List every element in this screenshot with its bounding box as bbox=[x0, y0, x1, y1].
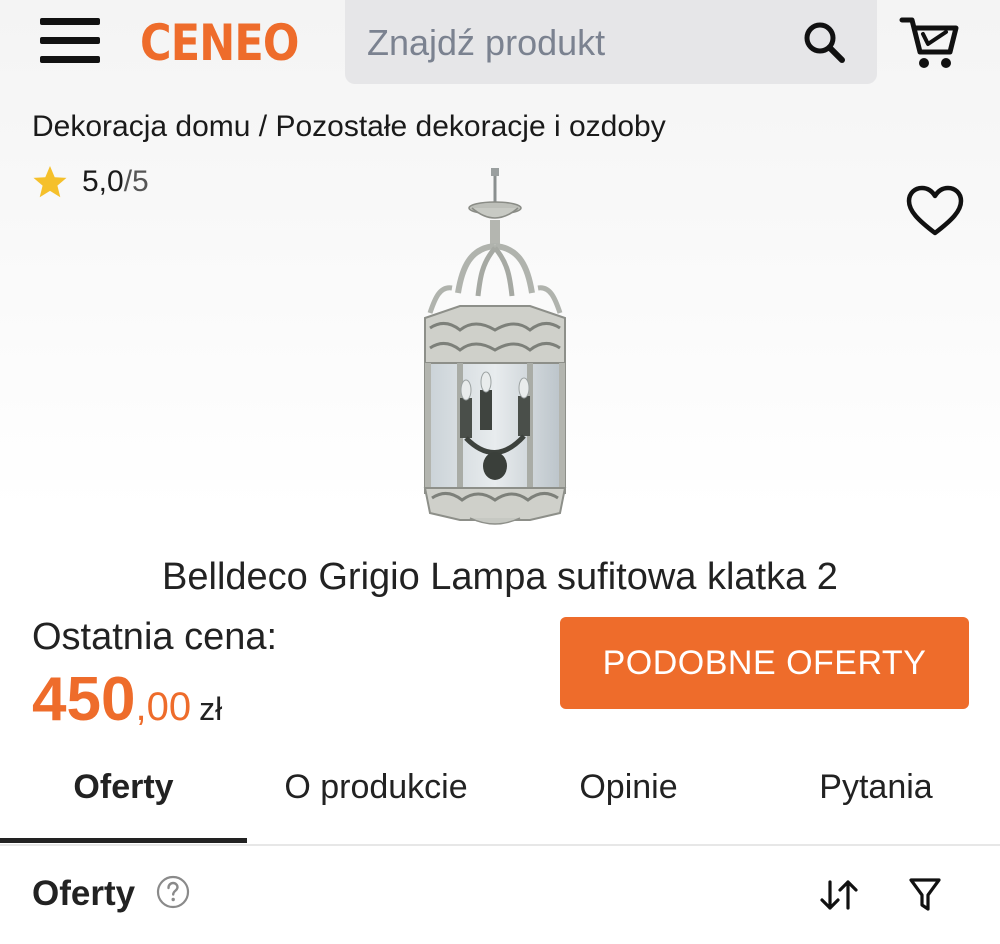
price-label: Ostatnia cena: bbox=[32, 616, 278, 658]
active-tab-indicator bbox=[0, 838, 247, 843]
price-currency: zł bbox=[199, 691, 223, 727]
price-cents: ,00 bbox=[135, 685, 192, 729]
tab-reviews[interactable]: Opinie bbox=[505, 730, 752, 844]
product-tabs: Oferty O produkcie Opinie Pytania bbox=[0, 730, 1000, 846]
tab-about-product[interactable]: O produkcie bbox=[247, 730, 505, 844]
product-rating[interactable]: 5,0/5 bbox=[32, 164, 149, 200]
similar-offers-button[interactable]: PODOBNE OFERTY bbox=[560, 617, 969, 709]
filter-icon[interactable] bbox=[908, 876, 942, 914]
product-title: Belldeco Grigio Lampa sufitowa klatka 2 bbox=[162, 556, 838, 598]
product-price: 450,00 zł bbox=[32, 664, 222, 735]
search-input[interactable]: Znajdź produkt bbox=[345, 0, 877, 84]
star-icon bbox=[33, 166, 67, 198]
heart-icon[interactable] bbox=[904, 184, 966, 238]
breadcrumb-subcategory[interactable]: Pozostałe dekoracje i ozdoby bbox=[275, 110, 665, 143]
tab-offers[interactable]: Oferty bbox=[0, 730, 247, 844]
hamburger-icon[interactable] bbox=[40, 18, 100, 64]
question-icon[interactable] bbox=[156, 875, 190, 909]
product-image[interactable] bbox=[400, 168, 590, 530]
offers-title: Oferty bbox=[32, 874, 136, 913]
search-placeholder: Znajdź produkt bbox=[367, 22, 606, 63]
cart-icon[interactable] bbox=[898, 12, 962, 72]
price-main: 450 bbox=[32, 665, 136, 734]
breadcrumb-category[interactable]: Dekoracja domu bbox=[32, 110, 250, 143]
sort-icon[interactable] bbox=[818, 876, 860, 914]
offers-header: Oferty bbox=[0, 848, 1000, 944]
ceneo-logo[interactable]: CENEO bbox=[140, 14, 299, 72]
rating-max: /5 bbox=[123, 165, 149, 198]
rating-score: 5,0 bbox=[82, 165, 124, 198]
breadcrumb: Dekoracja domu / Pozostałe dekoracje i o… bbox=[32, 110, 666, 144]
search-icon[interactable] bbox=[800, 18, 848, 66]
top-header: CENEO Znajdź produkt bbox=[0, 0, 1000, 90]
breadcrumb-separator: / bbox=[258, 110, 268, 143]
tab-questions[interactable]: Pytania bbox=[752, 730, 1000, 844]
